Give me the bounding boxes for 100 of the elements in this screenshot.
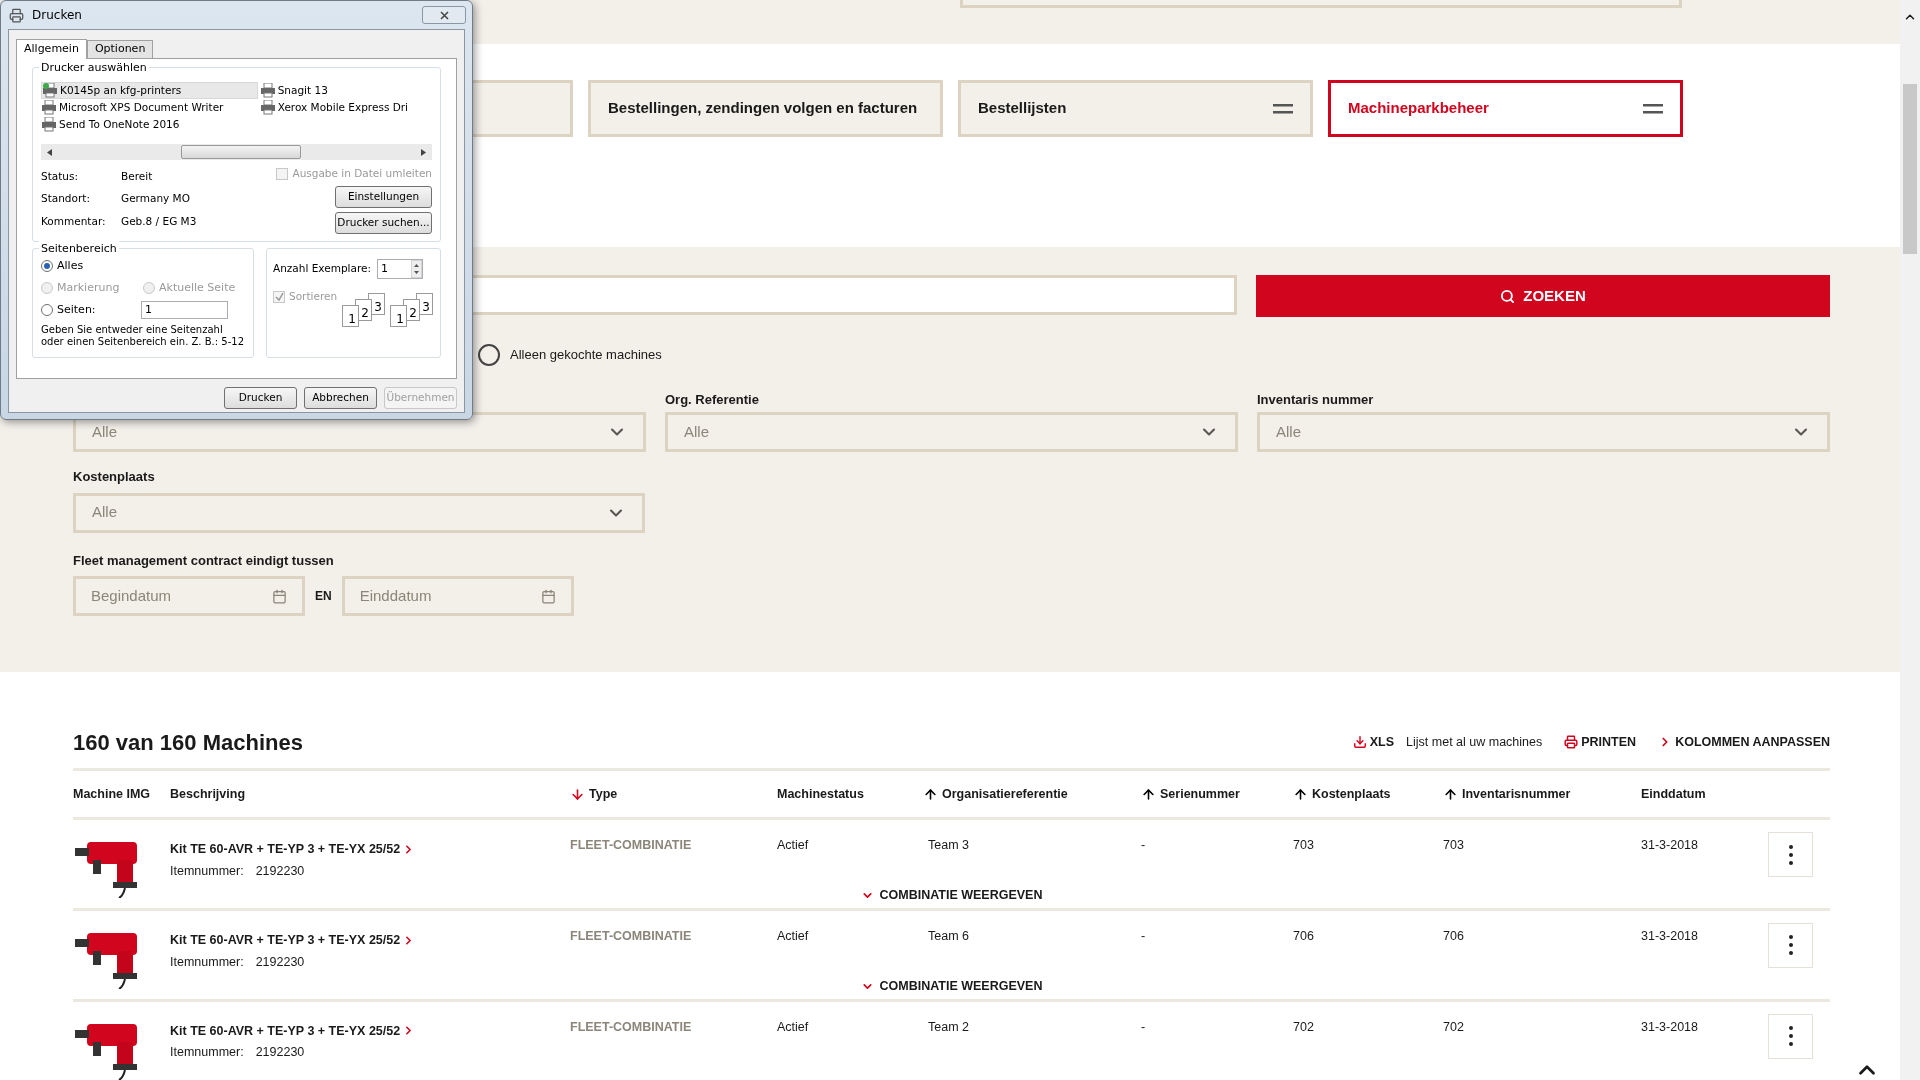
close-button[interactable] — [422, 6, 466, 24]
input-field[interactable] — [960, 0, 1682, 8]
more-icon — [1788, 844, 1793, 865]
more-button[interactable] — [1768, 922, 1813, 968]
column-header[interactable]: Inventarisnummer — [1462, 784, 1571, 804]
column-header[interactable]: Machinestatus — [777, 784, 864, 804]
item-label: Itemnummer: — [170, 953, 244, 971]
more-button[interactable] — [1768, 1013, 1813, 1059]
collate-pages-drawing: 1 2 3 — [342, 293, 386, 329]
action-note: Lijst met al uw machines — [1406, 733, 1543, 751]
action-link[interactable]: XLS — [1352, 732, 1395, 752]
column-header[interactable]: Einddatum — [1641, 784, 1706, 804]
product-link[interactable]: Kit TE 60-AVR + TE-YP 3 + TE-YX 25/52 — [170, 1021, 570, 1041]
radio-button[interactable] — [478, 344, 500, 366]
item-number: 2192230 — [255, 1044, 305, 1062]
radio-button[interactable] — [41, 304, 53, 316]
collate-pages-drawing: 1 2 3 — [390, 293, 434, 329]
table-cell-text: 703 — [1443, 837, 1465, 854]
table-cell-text: - — [1141, 1018, 1147, 1036]
table-cell-text: Actief — [777, 837, 810, 854]
column-header[interactable]: Machine IMG — [73, 784, 151, 804]
table-cell-text: 31-3-2018 — [1641, 1018, 1699, 1036]
sort-up-icon[interactable] — [1443, 786, 1458, 802]
scroll-left-icon[interactable] — [47, 148, 52, 156]
sort-up-icon[interactable] — [1293, 786, 1308, 802]
table-cell-text: Team 6 — [927, 927, 970, 945]
search-icon — [1500, 288, 1516, 304]
more-button[interactable] — [1768, 832, 1813, 877]
horizontal-scrollbar[interactable] — [41, 144, 432, 160]
toggle-label: Alleen gekochte machines — [510, 346, 662, 365]
nav-tile[interactable]: Machineparkbeheer — [1328, 80, 1683, 137]
table-cell-text: FLEET-COMBINATIE — [570, 1018, 693, 1036]
printer-item[interactable]: Microsoft XPS Document Writer — [41, 99, 258, 116]
nav-tile[interactable]: Bestellingen, zendingen volgen en facturen — [588, 80, 943, 137]
more-icon — [1788, 935, 1793, 956]
table-cell-text: FLEET-COMBINATIE — [570, 927, 693, 945]
column-header[interactable]: Organisatiereferentie — [942, 784, 1068, 804]
action-link[interactable]: KOLOMMEN AANPASSEN — [1658, 732, 1830, 752]
sort-down-icon[interactable] — [570, 786, 585, 802]
printer-icon — [1564, 735, 1579, 749]
search-button[interactable]: ZOEKEN — [1256, 275, 1830, 317]
product-link[interactable]: Kit TE 60-AVR + TE-YP 3 + TE-YX 25/52 — [170, 930, 570, 950]
filter-label: Fleet management contract eindigt tussen — [73, 551, 335, 570]
scrollbar-thumb[interactable] — [1903, 84, 1917, 254]
table-cell-text: 706 — [1293, 927, 1315, 945]
table-cell-text: - — [1141, 837, 1147, 854]
dialog-button[interactable]: Drucker suchen... — [335, 211, 432, 234]
column-header[interactable]: Kostenplaats — [1312, 784, 1391, 804]
dialog-button[interactable]: Drucken — [224, 387, 297, 409]
item-label: Itemnummer: — [170, 1044, 244, 1062]
hint-text: Geben Sie entweder eine Seitenzahl oder einen Seitenbereich ein. Z. B.: 5-12 — [41, 324, 245, 348]
checkbox-label: Sortieren — [289, 289, 338, 304]
table-cell-text: Actief — [777, 927, 810, 945]
sort-up-icon[interactable] — [923, 786, 938, 802]
table-cell-text: 702 — [1443, 1018, 1465, 1036]
table-cell-text: 702 — [1293, 1018, 1315, 1036]
sort-up-icon[interactable] — [1141, 786, 1156, 802]
dialog-tab[interactable]: Allgemein — [16, 39, 87, 59]
pages-input[interactable]: 1 — [141, 301, 228, 319]
copies-label: Anzahl Exemplare: — [273, 261, 371, 277]
dialog-button[interactable]: Einstellungen — [335, 185, 432, 208]
radio-label: Seiten: — [57, 301, 96, 318]
table-cell-text: 703 — [1293, 837, 1315, 854]
printer-icon — [42, 83, 58, 98]
printer-icon — [259, 100, 276, 115]
filter-label: Inventaris nummer — [1257, 391, 1375, 406]
nav-tile[interactable]: Bestellijsten — [958, 80, 1313, 137]
table-cell-text: 31-3-2018 — [1641, 927, 1699, 945]
column-header[interactable]: Beschrijving — [170, 784, 246, 804]
results-title: 160 van 160 Machines — [73, 728, 303, 757]
printer-item[interactable]: K0145p an kfg-printers — [41, 82, 258, 99]
vertical-scrollbar[interactable] — [1900, 0, 1920, 1080]
scroll-right-icon[interactable] — [421, 148, 426, 156]
dialog-title: Drucken — [32, 7, 82, 24]
dialog-tab[interactable]: Optionen — [86, 40, 154, 58]
table-cell-text: Actief — [777, 1018, 810, 1036]
action-link[interactable]: PRINTEN — [1564, 732, 1637, 752]
table-cell-text: - — [1141, 927, 1147, 945]
printer-item[interactable]: Snagit 13 — [259, 82, 432, 99]
product-link[interactable]: Kit TE 60-AVR + TE-YP 3 + TE-YX 25/52 — [170, 840, 570, 859]
item-number: 2192230 — [255, 862, 305, 880]
table-cell-text: Team 3 — [927, 837, 970, 854]
radio-label: Aktuelle Seite — [159, 279, 236, 296]
table-cell-text: Team 2 — [927, 1018, 970, 1036]
calendar-icon — [272, 588, 287, 604]
info-value: Bereit — [121, 169, 154, 184]
column-header[interactable]: Serienummer — [1160, 784, 1240, 804]
dialog-button[interactable]: Abbrechen — [304, 387, 377, 409]
info-label: Status: — [41, 169, 79, 184]
printer-item[interactable]: Send To OneNote 2016 — [41, 116, 258, 133]
printer-icon — [259, 83, 276, 98]
printer-icon — [9, 7, 24, 23]
printer-item[interactable]: Xerox Mobile Express Dri — [259, 99, 432, 116]
radio-button[interactable] — [41, 260, 53, 273]
info-value: Geb.8 / EG M3 — [121, 213, 197, 229]
filter-label: Kostenplaats — [73, 468, 156, 486]
filter-label: Org. Referentie — [665, 391, 760, 406]
printer-icon — [41, 100, 57, 115]
copies-spinner[interactable]: 1 — [377, 259, 423, 279]
column-header[interactable]: Type — [589, 784, 618, 804]
